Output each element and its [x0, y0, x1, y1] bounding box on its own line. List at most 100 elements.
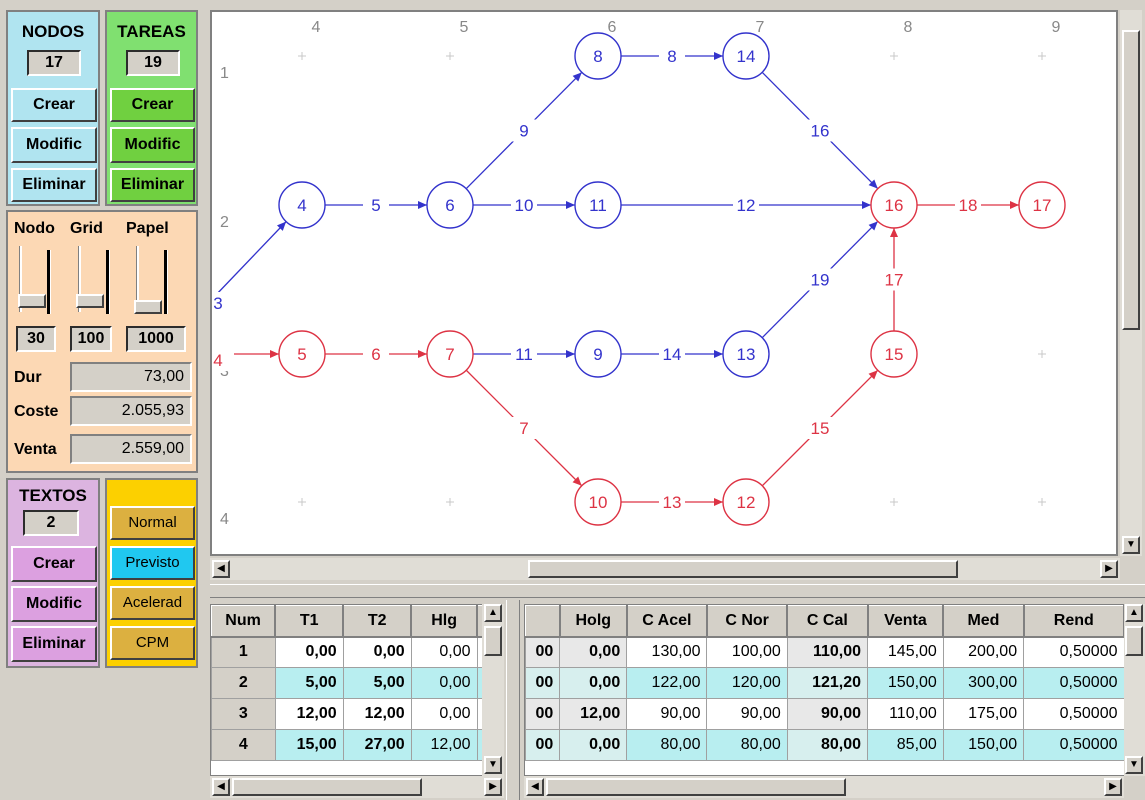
column-header[interactable]: Venta: [867, 605, 945, 638]
column-header[interactable]: C Nor: [706, 605, 789, 638]
table-cell[interactable]: 90,00: [786, 698, 869, 730]
table-row[interactable]: 00 12,00 90,00 90,00 90,00 110,00 175,00 0,5000…: [525, 698, 1125, 730]
left-table-vscrollbar[interactable]: ▲ ▼: [482, 604, 504, 776]
table-cell[interactable]: 0,00: [410, 667, 478, 699]
canvas-hscroll-right[interactable]: ▶: [1100, 560, 1118, 578]
column-header[interactable]: C Cal: [786, 605, 869, 638]
node-label[interactable]: 12: [737, 493, 756, 512]
table-cell[interactable]: 00: [525, 729, 561, 761]
table-cell[interactable]: 80,00: [626, 729, 708, 761]
column-header[interactable]: [525, 605, 561, 638]
left-hscroll-right[interactable]: ▶: [484, 778, 502, 796]
table-cell[interactable]: 0,50000: [1023, 667, 1125, 699]
table-cell[interactable]: 90,00: [626, 698, 708, 730]
table-cell[interactable]: 27,00: [342, 729, 412, 761]
table-cell[interactable]: 1: [211, 636, 276, 668]
table-cell[interactable]: 0,50000: [1023, 729, 1125, 761]
table-cell[interactable]: 200,00: [942, 636, 1025, 668]
table-cell[interactable]: 90,00: [706, 698, 788, 730]
table-cell[interactable]: 120,00: [706, 667, 788, 699]
nodos-eliminar-button[interactable]: Eliminar: [11, 168, 97, 202]
table-row[interactable]: 00 0,00 130,00 100,00 110,00 145,00 200,00 0,50…: [525, 636, 1125, 668]
left-vscroll-thumb[interactable]: [484, 626, 502, 656]
table-cell[interactable]: 00: [525, 698, 561, 730]
table-cell[interactable]: 150,00: [942, 729, 1025, 761]
slider-papel-thumb[interactable]: [134, 300, 162, 314]
mode-previsto-button[interactable]: Previsto: [110, 546, 195, 580]
table-cell[interactable]: 0,50000: [1023, 698, 1125, 730]
column-header[interactable]: Hlg: [410, 605, 479, 638]
table-cell[interactable]: 150,00: [867, 667, 944, 699]
table-cell[interactable]: 12,00: [274, 698, 344, 730]
canvas-vscrollbar[interactable]: ▼: [1120, 10, 1142, 556]
tareas-modific-button[interactable]: Modific: [110, 127, 195, 163]
textos-modific-button[interactable]: Modific: [11, 586, 97, 622]
table-row[interactable]: 00 0,00 122,00 120,00 121,20 150,00 300,00 0,50…: [525, 667, 1125, 699]
node-label[interactable]: 5: [297, 345, 306, 364]
left-vscroll-down[interactable]: ▼: [484, 756, 502, 774]
slider-nodo-thumb[interactable]: [18, 294, 46, 308]
node-label[interactable]: 10: [589, 493, 608, 512]
table-cell[interactable]: 0,00: [410, 636, 478, 668]
table-cell[interactable]: 00: [525, 667, 561, 699]
table-cell[interactable]: 3: [211, 698, 276, 730]
table-cell[interactable]: 130,00: [626, 636, 708, 668]
table-row[interactable]: 312,0012,000,003: [211, 698, 503, 730]
table-cell[interactable]: 122,00: [626, 667, 708, 699]
canvas-vscroll-thumb[interactable]: [1122, 30, 1140, 330]
table-cell[interactable]: 2: [211, 667, 276, 699]
table-cell[interactable]: 80,00: [786, 729, 869, 761]
node-label[interactable]: 9: [593, 345, 602, 364]
table-cell[interactable]: 12,00: [342, 698, 412, 730]
node-label[interactable]: 16: [885, 196, 904, 215]
node-label[interactable]: 4: [297, 196, 306, 215]
table-cell[interactable]: 0,00: [410, 698, 478, 730]
table-cell[interactable]: 175,00: [942, 698, 1025, 730]
column-header[interactable]: Med: [942, 605, 1025, 638]
canvas-hscroll-left[interactable]: ◀: [212, 560, 230, 578]
nodos-crear-button[interactable]: Crear: [11, 88, 97, 122]
slider-grid-thumb[interactable]: [76, 294, 104, 308]
left-hscroll-thumb[interactable]: [232, 778, 422, 796]
right-vscroll-up[interactable]: ▲: [1125, 604, 1143, 622]
node-label[interactable]: 11: [589, 196, 607, 215]
table-cell[interactable]: 110,00: [867, 698, 944, 730]
right-vscroll-down[interactable]: ▼: [1125, 756, 1143, 774]
table-row[interactable]: 25,005,000,002: [211, 667, 503, 699]
right-hscroll-thumb[interactable]: [546, 778, 846, 796]
mode-acelerado-button[interactable]: Acelerad: [110, 586, 195, 620]
textos-crear-button[interactable]: Crear: [11, 546, 97, 582]
node-label[interactable]: 15: [885, 345, 904, 364]
column-header[interactable]: T1: [274, 605, 345, 638]
node-label[interactable]: 14: [737, 47, 756, 66]
table-cell[interactable]: 110,00: [786, 636, 869, 668]
node-label[interactable]: 17: [1033, 196, 1052, 215]
canvas-hscrollbar[interactable]: ◀ ▶: [210, 558, 1120, 580]
canvas-vscroll-down[interactable]: ▼: [1122, 536, 1140, 554]
left-hscroll-left[interactable]: ◀: [212, 778, 230, 796]
table-cell[interactable]: 0,50000: [1023, 636, 1125, 668]
table-cell[interactable]: 15,00: [274, 729, 344, 761]
right-hscroll-left[interactable]: ◀: [526, 778, 544, 796]
table-row[interactable]: 00 0,00 80,00 80,00 80,00 85,00 150,00 0,50000: [525, 729, 1125, 761]
table-cell[interactable]: 0,00: [559, 636, 628, 668]
table-cell[interactable]: 100,00: [706, 636, 788, 668]
table-cell[interactable]: 4: [211, 729, 276, 761]
column-header[interactable]: Rend: [1023, 605, 1125, 638]
left-vscroll-up[interactable]: ▲: [484, 604, 502, 622]
column-header[interactable]: C Acel: [626, 605, 708, 638]
nodos-modific-button[interactable]: Modific: [11, 127, 97, 163]
column-header[interactable]: Num: [211, 605, 277, 638]
column-header[interactable]: T2: [342, 605, 413, 638]
table-cell[interactable]: 12,00: [410, 729, 478, 761]
mode-cpm-button[interactable]: CPM: [110, 626, 195, 660]
table-cell[interactable]: 121,20: [786, 667, 869, 699]
table-cell[interactable]: 80,00: [706, 729, 788, 761]
table-cell[interactable]: 12,00: [559, 698, 628, 730]
node-label[interactable]: 7: [445, 345, 454, 364]
table-cell[interactable]: 0,00: [342, 636, 412, 668]
table-row[interactable]: 415,0027,0012,004: [211, 729, 503, 761]
canvas-hscroll-thumb[interactable]: [528, 560, 958, 578]
mode-normal-button[interactable]: Normal: [110, 506, 195, 540]
node-label[interactable]: 13: [737, 345, 756, 364]
